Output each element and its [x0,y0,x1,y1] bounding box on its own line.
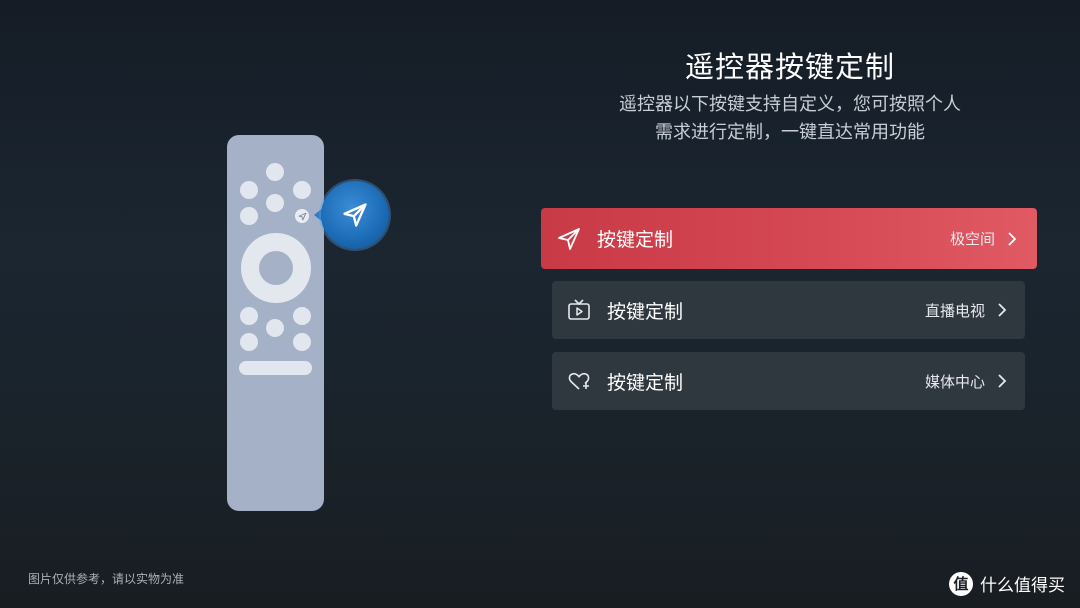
menu-item-value: 直播电视 [924,301,985,320]
remote-button [240,333,258,351]
remote-button [293,181,311,199]
page-title: 遥控器按键定制 [684,50,895,84]
remote-button [240,307,258,325]
menu-item-custom-key-2[interactable]: 按键定制 直播电视 [552,281,1025,339]
page-subtitle: 遥控器以下按键支持自定义，您可按照个人 需求进行定制，一键直达常用功能 [560,91,1020,147]
chevron-right-icon [1007,231,1019,247]
custom-key-callout [321,181,389,249]
remote-volume-bar [239,361,312,375]
remote-illustration [227,135,324,511]
menu-item-label: 按键定制 [607,371,684,394]
remote-button [266,163,284,181]
brand-logo: 值 [949,571,973,596]
heart-plus-icon [567,369,591,393]
brand-text: 什么值得买 [980,576,1065,596]
remote-button [240,207,258,225]
subtitle-line: 遥控器以下按键支持自定义，您可按照个人 [619,94,961,115]
remote-button [266,194,284,212]
menu-item-label: 按键定制 [597,229,674,251]
remote-button [293,307,311,325]
menu-item-custom-key-1[interactable]: 按键定制 极空间 [541,208,1037,269]
remote-custom-key [295,209,309,223]
tv-icon [567,298,591,322]
menu-item-value: 极空间 [949,230,995,248]
chevron-right-icon [997,302,1009,318]
watermark-brand: 值 什么值得买 [949,571,1065,596]
menu-item-custom-key-3[interactable]: 按键定制 媒体中心 [552,352,1025,410]
send-icon [343,203,367,227]
remote-button [240,181,258,199]
disclaimer-note: 图片仅供参考，请以实物为准 [28,572,185,586]
menu-item-value: 媒体中心 [924,372,985,391]
remote-button [293,333,311,351]
send-icon [298,212,306,220]
remote-dpad [241,233,311,303]
chevron-right-icon [997,373,1009,389]
send-icon [557,227,581,251]
subtitle-line: 需求进行定制，一键直达常用功能 [655,122,925,143]
menu-item-label: 按键定制 [607,300,684,323]
remote-button [266,319,284,337]
